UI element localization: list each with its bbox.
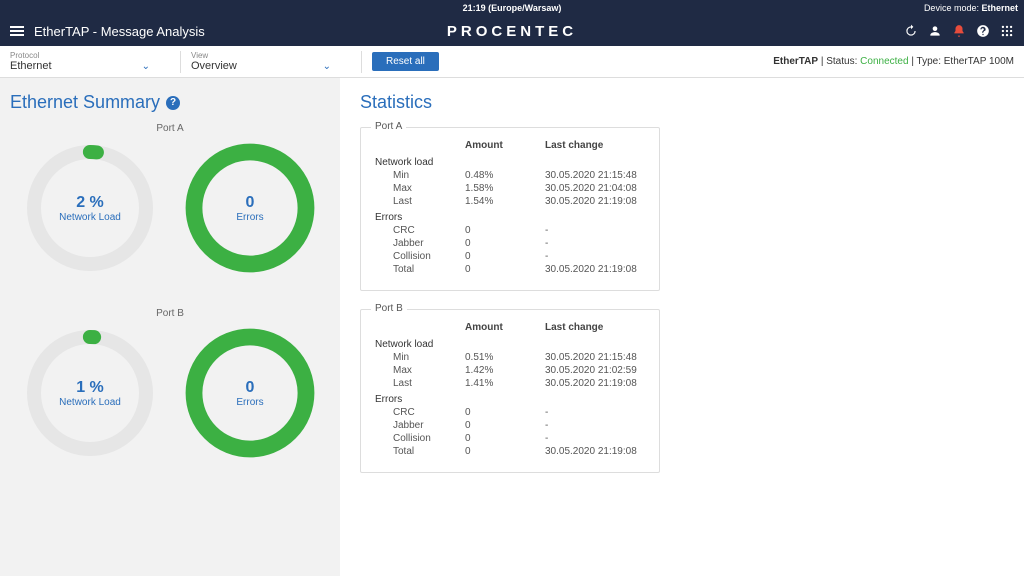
top-time-bar: 21:19 (Europe/Warsaw) Device mode: Ether…	[0, 0, 1024, 16]
filter-bar: Protocol Ethernet⌄ View Overview⌄ Reset …	[0, 46, 1024, 78]
ring-port-b-errors: 0Errors	[180, 323, 320, 463]
ring-port-b-load: 1 %Network Load	[20, 323, 160, 463]
clock-text: 21:19 (Europe/Warsaw)	[463, 3, 562, 13]
divider	[361, 51, 362, 73]
statistics-title: Statistics	[360, 92, 1004, 113]
protocol-select[interactable]: Protocol Ethernet⌄	[10, 51, 150, 72]
brand-logo: PROCENTEC	[447, 23, 577, 40]
view-select[interactable]: View Overview⌄	[191, 51, 331, 72]
stats-port-a: Port A AmountLast change Network load Mi…	[360, 127, 660, 291]
page-title: EtherTAP - Message Analysis	[34, 24, 205, 39]
help-icon[interactable]	[976, 24, 990, 38]
app-header: EtherTAP - Message Analysis PROCENTEC	[0, 16, 1024, 46]
stats-port-b: Port B AmountLast change Network load Mi…	[360, 309, 660, 473]
main-area: Ethernet Summary ? Port A 2 %Network Loa…	[0, 78, 1024, 576]
reset-all-button[interactable]: Reset all	[372, 52, 439, 71]
chevron-down-icon: ⌄	[142, 61, 150, 72]
user-icon[interactable]	[928, 24, 942, 38]
menu-icon[interactable]	[10, 26, 24, 36]
divider	[180, 51, 181, 73]
bell-icon[interactable]	[952, 24, 966, 38]
port-b-label: Port B	[10, 308, 330, 319]
ring-port-a-load: 2 %Network Load	[20, 138, 160, 278]
port-a-rings: 2 %Network Load 0Errors	[10, 138, 330, 278]
statistics-panel: Statistics Port A AmountLast change Netw…	[340, 78, 1024, 576]
port-a-label: Port A	[10, 123, 330, 134]
summary-title: Ethernet Summary ?	[10, 92, 330, 113]
apps-grid-icon[interactable]	[1000, 24, 1014, 38]
ring-port-a-errors: 0Errors	[180, 138, 320, 278]
header-icon-group	[904, 24, 1014, 38]
device-status: EtherTAP | Status: Connected | Type: Eth…	[773, 56, 1014, 67]
port-b-rings: 1 %Network Load 0Errors	[10, 323, 330, 463]
stats-table-port-b: AmountLast change Network load Min0.51%3…	[375, 320, 645, 458]
refresh-icon[interactable]	[904, 24, 918, 38]
device-mode: Device mode: Ethernet	[924, 3, 1018, 13]
help-badge-icon[interactable]: ?	[166, 96, 180, 110]
summary-panel: Ethernet Summary ? Port A 2 %Network Loa…	[0, 78, 340, 576]
stats-table-port-a: AmountLast change Network load Min0.48%3…	[375, 138, 645, 276]
chevron-down-icon: ⌄	[323, 61, 331, 72]
